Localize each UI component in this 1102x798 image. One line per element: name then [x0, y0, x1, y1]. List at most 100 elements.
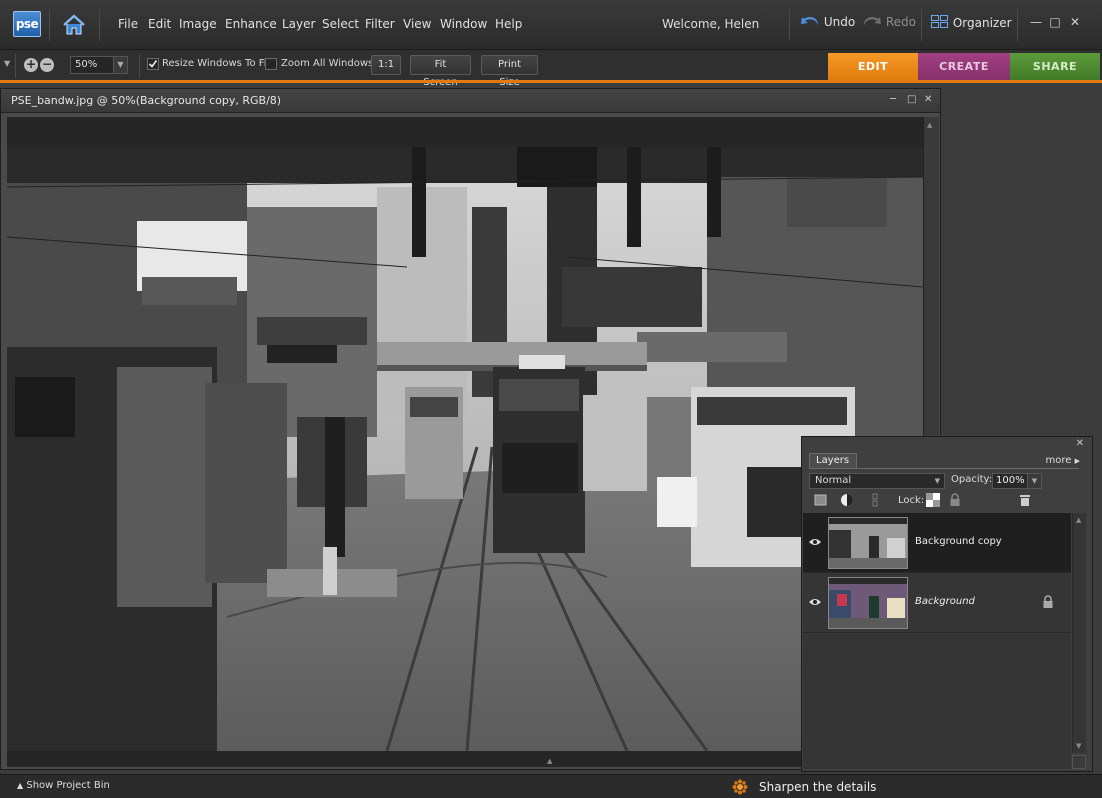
home-icon [63, 14, 85, 35]
canvas-area[interactable]: ▲ [7, 117, 923, 767]
menu-layer[interactable]: Layer [282, 17, 315, 31]
collapse-arrow-icon[interactable]: ▲ [547, 757, 552, 765]
blend-mode-select[interactable]: Normal ▼ [809, 473, 945, 489]
street-photo-image [7, 147, 923, 751]
layers-scrollbar[interactable]: ▲ ▼ [1072, 513, 1086, 753]
zoom-in-icon[interactable]: + [24, 58, 38, 72]
menu-help[interactable]: Help [495, 17, 522, 31]
redo-label: Redo [885, 15, 916, 29]
divider [139, 54, 140, 78]
layers-panel: ✕ Layers more ▶ Normal ▼ Opacity: 100% ▼… [801, 436, 1093, 772]
document-titlebar[interactable]: PSE_bandw.jpg @ 50%(Background copy, RGB… [1, 89, 940, 113]
scroll-up-icon[interactable]: ▲ [927, 121, 932, 129]
tab-create[interactable]: CREATE [918, 53, 1010, 81]
status-bar: ▲ Show Project Bin Sharpen the details [0, 774, 1102, 798]
lock-all-icon[interactable] [948, 493, 962, 507]
scroll-up-icon[interactable]: ▲ [1076, 516, 1081, 524]
lock-transparency-icon[interactable] [926, 493, 940, 507]
undo-label: Undo [823, 15, 856, 29]
layer-thumbnail [828, 517, 908, 569]
actual-pixels-button[interactable]: 1:1 [371, 55, 401, 75]
document-title: PSE_bandw.jpg @ 50%(Background copy, RGB… [11, 94, 282, 107]
organizer-icon [931, 15, 948, 28]
show-project-bin-button[interactable]: ▲ Show Project Bin [17, 780, 110, 791]
undo-icon [801, 17, 819, 26]
divider [99, 9, 100, 41]
opacity-value: 100% [996, 475, 1025, 486]
organizer-button[interactable]: Organizer [931, 15, 1012, 30]
opacity-label: Opacity: [951, 474, 993, 485]
link-layers-icon[interactable] [868, 493, 882, 507]
chevron-down-icon: ▼ [113, 57, 127, 73]
document-window: PSE_bandw.jpg @ 50%(Background copy, RGB… [0, 88, 941, 770]
lock-icon [1043, 595, 1053, 608]
zoom-out-icon[interactable]: − [40, 58, 54, 72]
redo-button[interactable]: Redo [862, 15, 916, 29]
menu-select[interactable]: Select [322, 17, 359, 31]
menu-window[interactable]: Window [440, 17, 487, 31]
new-layer-icon[interactable] [814, 493, 828, 507]
opacity-field[interactable]: 100% ▼ [992, 473, 1042, 489]
divider [1017, 9, 1018, 41]
welcome-message: Welcome, Helen [662, 17, 760, 31]
organizer-label: Organizer [952, 16, 1012, 30]
doc-maximize-icon[interactable]: □ [907, 94, 916, 105]
tip-link[interactable]: Sharpen the details [759, 780, 876, 794]
fit-screen-button[interactable]: Fit Screen [410, 55, 471, 88]
doc-close-icon[interactable]: ✕ [924, 94, 932, 105]
resize-grip-icon[interactable] [1072, 755, 1086, 769]
layer-name: Background [915, 596, 975, 607]
project-bin-label: Show Project Bin [26, 780, 110, 791]
layer-row-background[interactable]: Background [803, 573, 1071, 633]
zoom-all-windows-label: Zoom All Windows [281, 58, 374, 69]
divider [49, 9, 50, 41]
scroll-down-icon[interactable]: ▼ [1076, 742, 1081, 750]
home-button[interactable] [60, 11, 88, 39]
tab-edit[interactable]: EDIT [828, 53, 918, 81]
maximize-icon[interactable]: □ [1048, 15, 1062, 29]
app-logo: pse [13, 11, 41, 37]
layer-name: Background copy [915, 536, 1002, 547]
visibility-eye-icon[interactable] [808, 597, 822, 607]
divider [921, 9, 922, 41]
chevron-right-icon: ▶ [1074, 457, 1080, 465]
blend-mode-value: Normal [815, 475, 852, 486]
chevron-down-icon: ▼ [934, 477, 940, 485]
menu-edit[interactable]: Edit [148, 17, 171, 31]
tab-layers[interactable]: Layers [809, 453, 857, 468]
divider [809, 468, 1079, 469]
tip-flower-icon [732, 779, 748, 795]
menu-enhance[interactable]: Enhance [225, 17, 277, 31]
minimize-icon[interactable]: — [1029, 15, 1043, 29]
undo-button[interactable]: Undo [800, 15, 855, 29]
print-size-button[interactable]: Print Size [481, 55, 538, 88]
lock-label: Lock: [898, 495, 925, 506]
resize-windows-checkbox[interactable] [147, 58, 159, 70]
divider [15, 54, 16, 78]
mode-accent-bar [0, 80, 1102, 83]
adjustment-layer-icon[interactable] [840, 493, 854, 507]
chevron-down-icon: ▼ [1027, 474, 1041, 488]
layer-list: Background copy Background [803, 513, 1071, 769]
checkmark-icon [148, 60, 158, 68]
more-label: more [1045, 455, 1072, 466]
layer-row-background-copy[interactable]: Background copy [803, 513, 1071, 573]
panel-close-icon[interactable]: ✕ [1076, 438, 1084, 449]
tab-share[interactable]: SHARE [1010, 53, 1100, 81]
menu-file[interactable]: File [118, 17, 138, 31]
close-icon[interactable]: ✕ [1068, 15, 1082, 29]
trash-icon[interactable] [1018, 493, 1032, 507]
menu-view[interactable]: View [403, 17, 431, 31]
zoom-level-select[interactable]: 50% ▼ [70, 56, 128, 74]
resize-windows-label: Resize Windows To Fit [162, 58, 271, 69]
more-menu-button[interactable]: more ▶ [1046, 455, 1080, 466]
redo-icon [863, 17, 881, 26]
doc-minimize-icon[interactable]: ─ [890, 94, 896, 105]
zoom-all-windows-checkbox[interactable] [265, 58, 277, 70]
menu-image[interactable]: Image [179, 17, 217, 31]
options-menu-icon[interactable]: ▼ [4, 59, 10, 68]
photo-canvas[interactable] [7, 147, 923, 751]
zoom-level-value: 50% [75, 59, 98, 70]
menu-filter[interactable]: Filter [365, 17, 395, 31]
visibility-eye-icon[interactable] [808, 537, 822, 547]
